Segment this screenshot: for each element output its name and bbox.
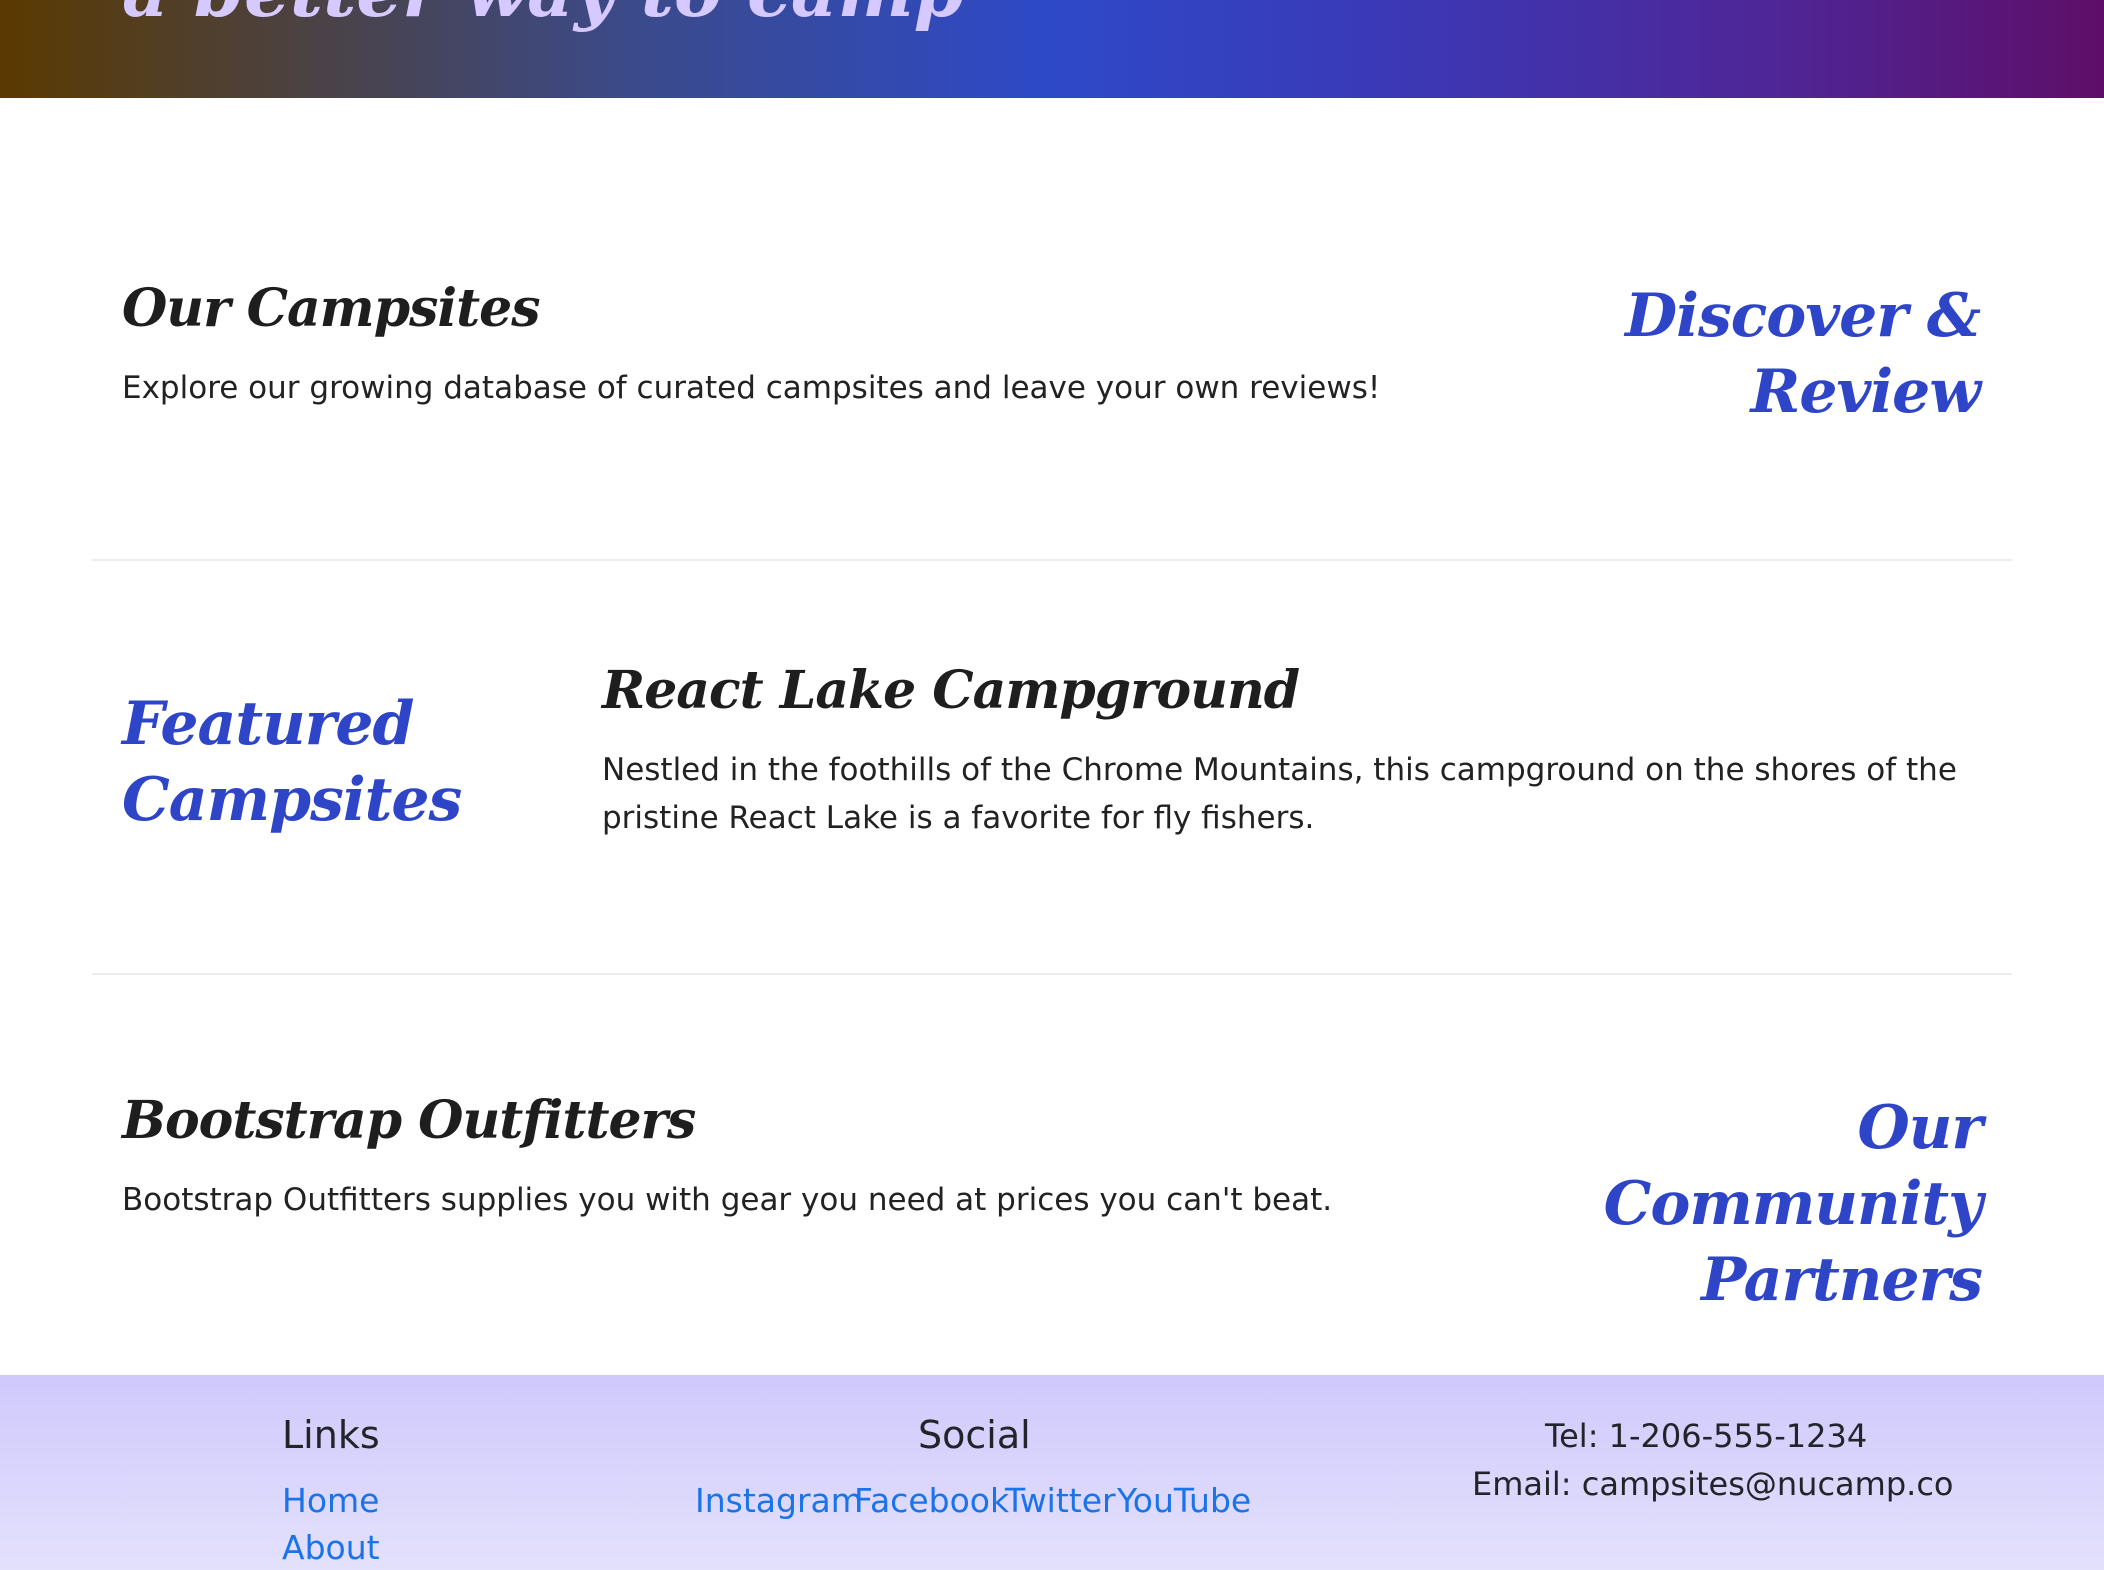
featured-heading-line1: Featured xyxy=(122,689,414,759)
hero-tagline: a better way to camp xyxy=(122,0,964,33)
partner-description: Bootstrap Outfitters supplies you with g… xyxy=(122,1182,1333,1218)
discover-review-heading: Discover & Review xyxy=(1560,278,1981,430)
footer-link-home[interactable]: Home xyxy=(282,1481,379,1520)
featured-campsites-heading: Featured Campsites xyxy=(122,686,542,838)
footer-link-about[interactable]: About xyxy=(282,1528,380,1567)
community-partners-heading-line2: Partners xyxy=(1701,1245,1983,1315)
featured-description-line2: pristine React Lake is a favorite for fl… xyxy=(602,800,1315,836)
community-partners-heading-line1: Our Community xyxy=(1603,1093,1983,1239)
footer-link-twitter[interactable]: Twitter xyxy=(1005,1481,1116,1520)
footer-link-youtube[interactable]: YouTube xyxy=(1117,1481,1251,1520)
community-partners-heading: Our Community Partners xyxy=(1480,1090,1983,1318)
featured-heading-line2: Campsites xyxy=(122,765,462,835)
campsites-title: Our Campsites xyxy=(122,278,540,339)
featured-campsite-title: React Lake Campground xyxy=(602,660,1300,721)
discover-review-heading-line1: Discover & xyxy=(1625,281,1981,351)
partner-title: Bootstrap Outfitters xyxy=(122,1090,696,1151)
discover-review-heading-line2: Review xyxy=(1750,357,1981,427)
site-footer: Links Home About Social Instagram Facebo… xyxy=(0,1375,2104,1570)
featured-campsite-description: Nestled in the foothills of the Chrome M… xyxy=(602,746,2002,842)
footer-telephone: Tel: 1-206-555-1234 xyxy=(1545,1417,1868,1455)
hero-banner: a better way to camp xyxy=(0,0,2104,98)
footer-social-heading: Social xyxy=(918,1413,1031,1457)
footer-link-facebook[interactable]: Facebook xyxy=(854,1481,1009,1520)
footer-email: Email: campsites@nucamp.co xyxy=(1472,1465,1954,1503)
section-divider xyxy=(92,559,2012,561)
featured-description-line1: Nestled in the foothills of the Chrome M… xyxy=(602,752,1957,788)
section-divider xyxy=(92,973,2012,975)
campsites-description: Explore our growing database of curated … xyxy=(122,370,1381,406)
footer-link-instagram[interactable]: Instagram xyxy=(695,1481,863,1520)
footer-links-heading: Links xyxy=(282,1413,380,1457)
